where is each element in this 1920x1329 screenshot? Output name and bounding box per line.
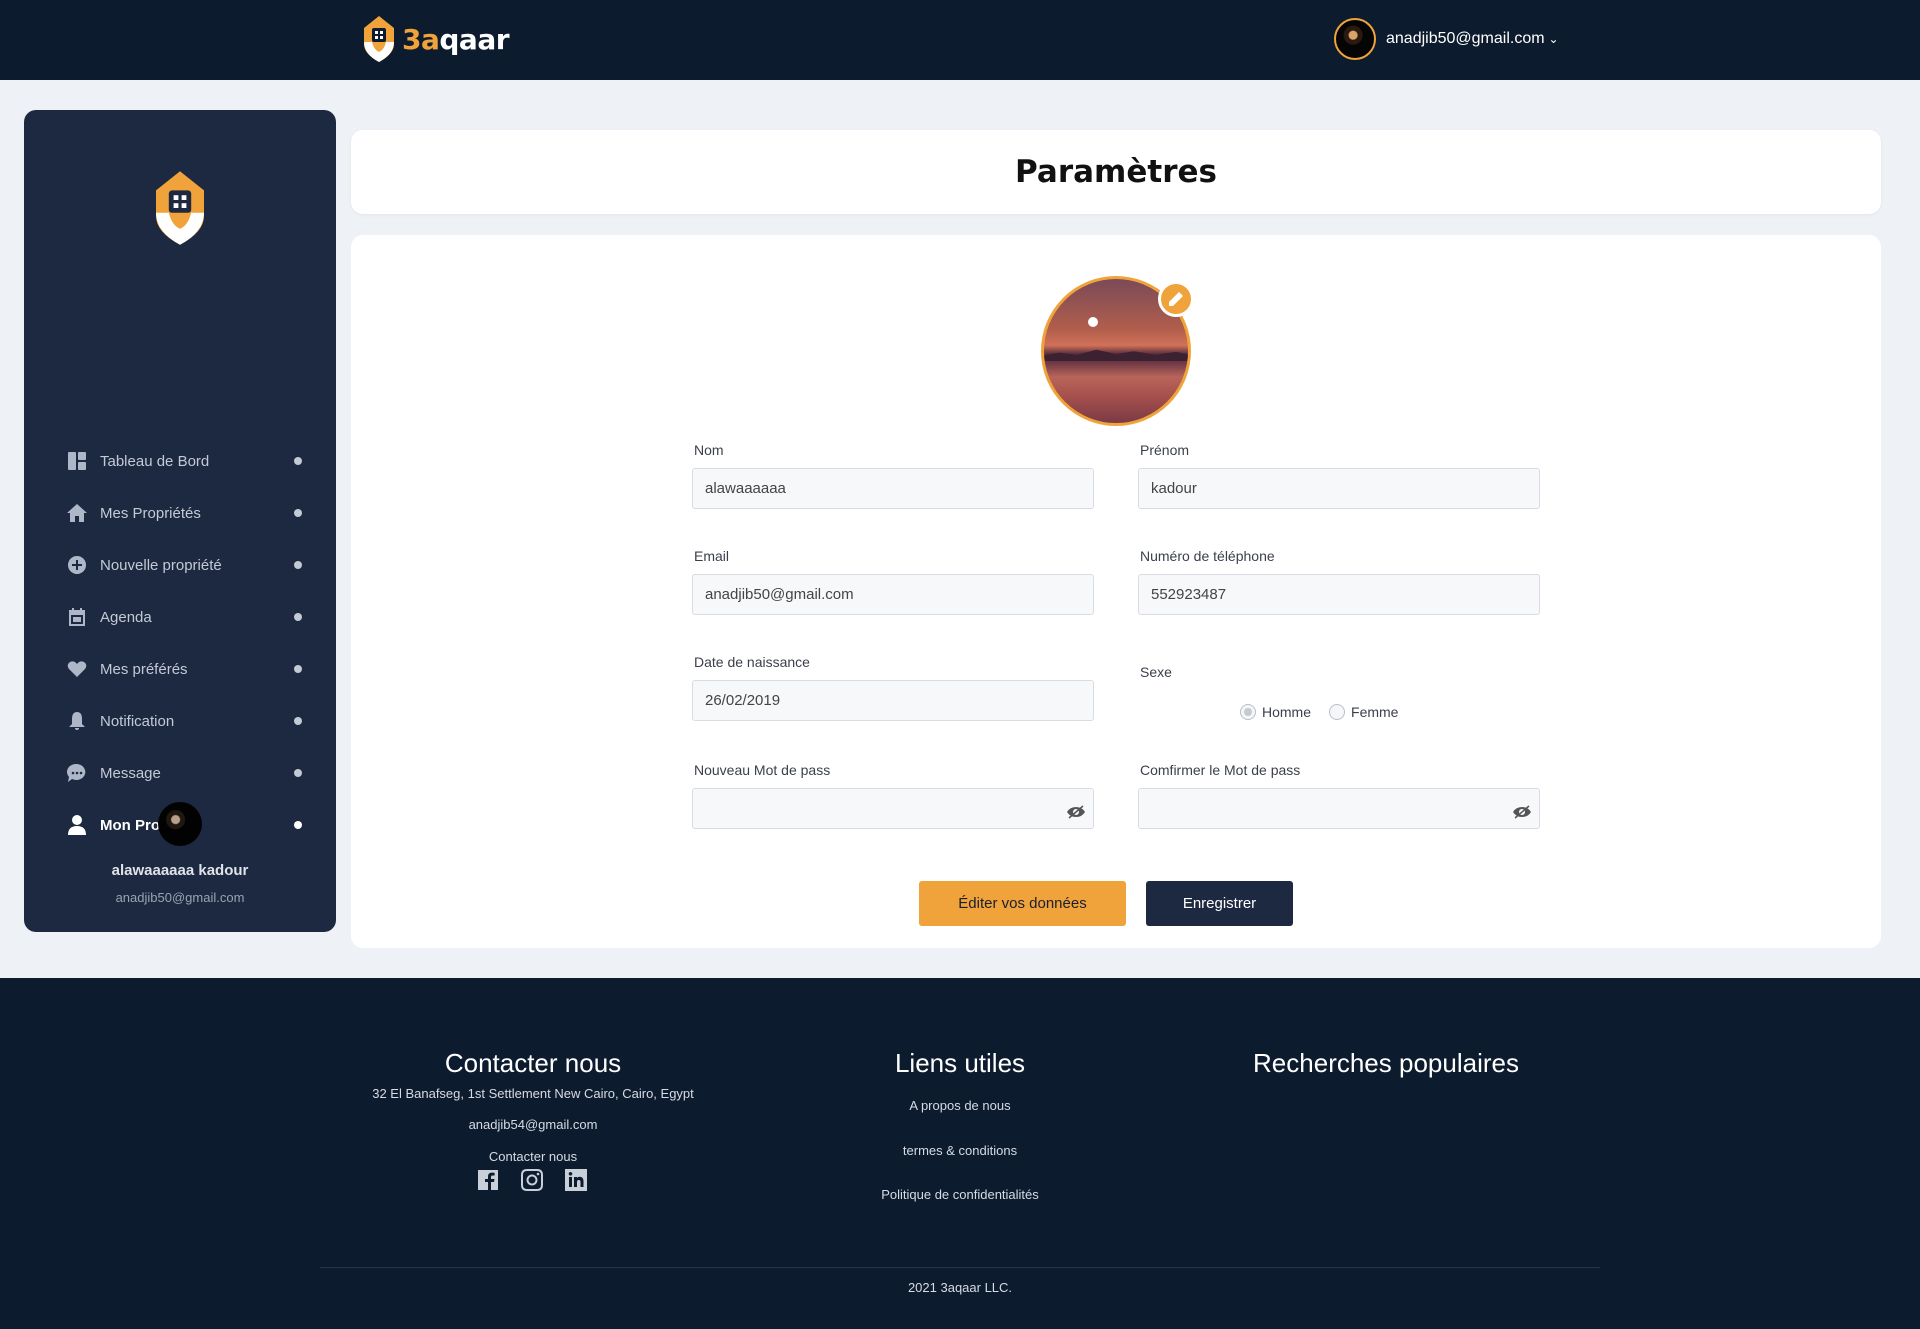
- page-title-card: Paramètres: [351, 130, 1881, 214]
- sidebar-user-name: alawaaaaaa kadour: [111, 862, 249, 879]
- linkedin-icon[interactable]: [564, 1168, 588, 1192]
- sidebar-item-label: Mes préférés: [100, 660, 188, 678]
- sidebar-item-message[interactable]: Message: [66, 747, 326, 799]
- radio-label: Femme: [1351, 704, 1399, 720]
- birthdate-field[interactable]: [692, 680, 1094, 721]
- sidebar-item-nouvelle-propriete[interactable]: Nouvelle propriété: [66, 539, 326, 591]
- sidebar-item-tableau-de-bord[interactable]: Tableau de Bord: [66, 435, 326, 487]
- status-dot: [294, 717, 302, 725]
- sidebar-item-label: Tableau de Bord: [100, 452, 210, 470]
- prenom-label: Prénom: [1140, 442, 1190, 458]
- sidebar-user-email: anadjib50@gmail.com: [115, 890, 245, 905]
- sidebar-item-mes-preferes[interactable]: Mes préférés: [66, 643, 326, 695]
- footer-link-privacy[interactable]: Politique de confidentialités: [810, 1187, 1110, 1202]
- heart-icon: [66, 658, 88, 680]
- radio-button[interactable]: [1329, 704, 1346, 720]
- sidebar-item-label: Nouvelle propriété: [100, 556, 222, 574]
- pencil-icon: [1169, 292, 1183, 306]
- radio-femme[interactable]: Femme: [1329, 704, 1398, 720]
- avatar: [1334, 18, 1376, 60]
- footer-popular-title: Recherches populaires: [1253, 1048, 1519, 1078]
- status-dot: [294, 821, 302, 829]
- chevron-down-icon: ⌄: [1548, 32, 1559, 46]
- telephone-label: Numéro de téléphone: [1140, 548, 1275, 564]
- footer-contact-link[interactable]: Contacter nous: [383, 1149, 683, 1164]
- footer-link-terms[interactable]: termes & conditions: [810, 1143, 1110, 1158]
- email-field[interactable]: [692, 574, 1094, 615]
- copyright: 2021 3aqaar LLC.: [907, 1280, 1013, 1295]
- eye-slash-icon[interactable]: [1067, 805, 1085, 819]
- footer-links-title: Liens utiles: [894, 1048, 1026, 1078]
- nom-label: Nom: [694, 442, 724, 458]
- user-menu[interactable]: anadjib50@gmail.com ⌄: [1334, 18, 1559, 60]
- mountain-ridge: [1044, 349, 1188, 361]
- sidebar-item-notification[interactable]: Notification: [66, 695, 326, 747]
- profile-form-card: Nom Prénom Email Numéro de téléphone Dat…: [351, 235, 1881, 948]
- radio-homme[interactable]: Homme: [1240, 704, 1311, 720]
- sidebar-item-label: Notification: [100, 712, 175, 730]
- status-dot: [294, 665, 302, 673]
- confirm-password-label: Comfirmer le Mot de pass: [1140, 762, 1301, 778]
- gender-radio-group: Homme Femme: [1240, 704, 1398, 720]
- sidebar-item-label: Mes Propriétés: [100, 504, 201, 522]
- dashboard-icon: [66, 450, 88, 472]
- sidebar-item-label: Agenda: [100, 608, 152, 626]
- sidebar-item-mes-proprietes[interactable]: Mes Propriétés: [66, 487, 326, 539]
- home-icon: [66, 502, 88, 524]
- footer-link-about[interactable]: A propos de nous: [810, 1098, 1110, 1113]
- sidebar-nav: Tableau de Bord Mes Propriétés Nouvelle …: [66, 435, 326, 851]
- nom-field[interactable]: [692, 468, 1094, 509]
- edit-data-button[interactable]: Éditer vos données: [919, 881, 1126, 926]
- brand-name: 3aqaar: [402, 22, 510, 56]
- social-links: [476, 1168, 588, 1192]
- footer-divider: [320, 1267, 1600, 1268]
- sidebar: Tableau de Bord Mes Propriétés Nouvelle …: [24, 110, 336, 932]
- logo-pin-icon: [156, 171, 204, 245]
- footer-email[interactable]: anadjib54@gmail.com: [383, 1117, 683, 1132]
- brand-logo[interactable]: 3aqaar: [362, 14, 510, 64]
- radio-button[interactable]: [1240, 704, 1256, 720]
- logo-pin-icon: [364, 16, 394, 62]
- email-label: Email: [694, 548, 730, 564]
- footer-contact-title: Contacter nous: [444, 1048, 622, 1078]
- sun-shape: [1088, 317, 1098, 327]
- user-email: anadjib50@gmail.com: [1386, 30, 1545, 47]
- prenom-field[interactable]: [1138, 468, 1540, 509]
- status-dot: [294, 613, 302, 621]
- sidebar-item-agenda[interactable]: Agenda: [66, 591, 326, 643]
- user-icon: [66, 814, 88, 836]
- footer: Contacter nous 32 El Banafseg, 1st Settl…: [0, 978, 1920, 1329]
- bell-icon: [66, 710, 88, 732]
- sexe-label: Sexe: [1140, 664, 1172, 680]
- status-dot: [294, 457, 302, 465]
- instagram-icon[interactable]: [520, 1168, 544, 1192]
- page-title: Paramètres: [1015, 154, 1217, 190]
- confirm-password-field[interactable]: [1138, 788, 1540, 829]
- chat-icon: [66, 762, 88, 784]
- telephone-field[interactable]: [1138, 574, 1540, 615]
- new-password-field[interactable]: [692, 788, 1094, 829]
- status-dot: [294, 769, 302, 777]
- eye-slash-icon[interactable]: [1513, 805, 1531, 819]
- save-button[interactable]: Enregistrer: [1146, 881, 1293, 926]
- sidebar-item-label: Message: [100, 764, 161, 782]
- facebook-icon[interactable]: [476, 1168, 500, 1192]
- status-dot: [294, 561, 302, 569]
- top-navbar: 3aqaar anadjib50@gmail.com ⌄: [0, 0, 1920, 80]
- calendar-icon: [66, 606, 88, 628]
- plus-circle-icon: [66, 554, 88, 576]
- status-dot: [294, 509, 302, 517]
- naissance-label: Date de naissance: [694, 654, 810, 670]
- radio-label: Homme: [1262, 704, 1312, 720]
- edit-photo-button[interactable]: [1158, 281, 1194, 317]
- new-password-label: Nouveau Mot de pass: [694, 762, 831, 778]
- footer-address: 32 El Banafseg, 1st Settlement New Cairo…: [372, 1086, 694, 1101]
- avatar: [158, 802, 202, 846]
